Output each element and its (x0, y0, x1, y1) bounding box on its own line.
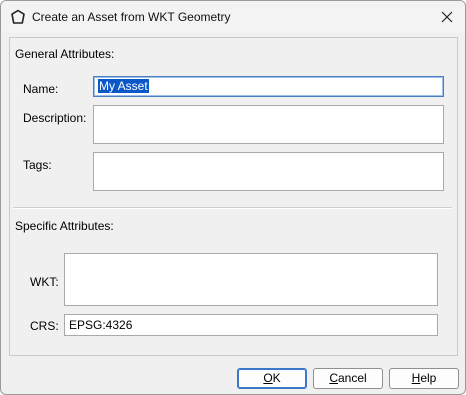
help-button[interactable]: Help (389, 368, 459, 389)
asset-outline-icon (10, 9, 26, 25)
crs-input[interactable]: EPSG:4326 (64, 314, 438, 336)
crs-label: CRS: (30, 319, 59, 333)
tags-textarea[interactable] (93, 152, 444, 191)
window-title: Create an Asset from WKT Geometry (32, 10, 231, 24)
ok-label-rest: K (272, 371, 281, 385)
description-label: Description: (23, 111, 87, 125)
section-separator (13, 207, 452, 209)
specific-attributes-heading: Specific Attributes: (15, 219, 114, 233)
name-input[interactable]: My Asset (93, 76, 444, 97)
description-textarea[interactable] (93, 105, 444, 144)
title-bar[interactable]: Create an Asset from WKT Geometry (1, 1, 465, 33)
dialog-window: Create an Asset from WKT Geometry Genera… (0, 0, 466, 395)
cancel-label-rest: ancel (337, 371, 367, 385)
cancel-mnemonic: C (329, 371, 338, 385)
close-icon (441, 11, 453, 23)
close-button[interactable] (435, 5, 459, 29)
help-label-rest: elp (420, 371, 437, 385)
ok-mnemonic: O (263, 371, 273, 385)
wkt-textarea[interactable] (64, 253, 438, 306)
tags-label: Tags: (23, 158, 52, 172)
name-input-value: My Asset (98, 79, 149, 93)
wkt-label: WKT: (30, 275, 59, 289)
crs-value: EPSG:4326 (69, 318, 133, 332)
ok-button[interactable]: OK (237, 368, 307, 389)
name-label: Name: (23, 82, 59, 96)
cancel-button[interactable]: Cancel (313, 368, 383, 389)
general-attributes-heading: General Attributes: (15, 47, 115, 61)
